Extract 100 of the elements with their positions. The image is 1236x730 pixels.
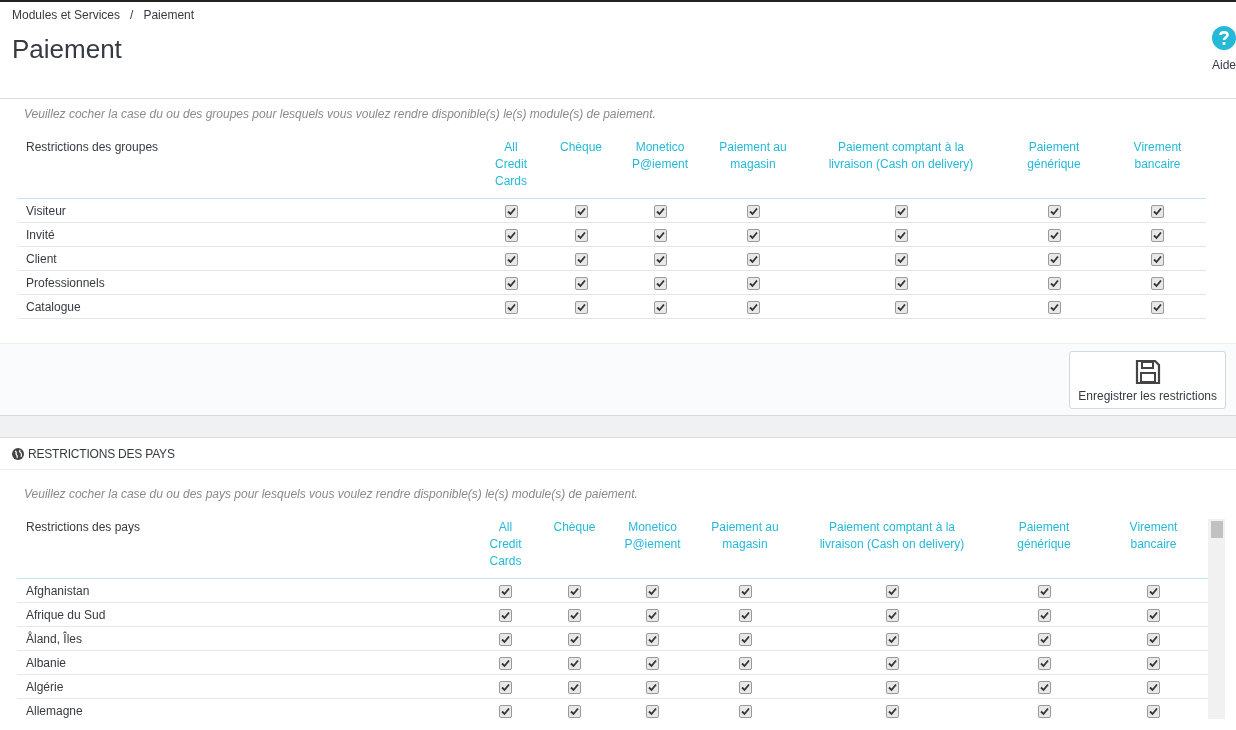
breadcrumb-item[interactable]: Paiement [143, 8, 195, 22]
checkbox[interactable] [1151, 228, 1164, 242]
checkbox[interactable] [1151, 252, 1164, 266]
column-header[interactable]: Paiement générique [999, 139, 1109, 199]
checkbox[interactable] [568, 680, 581, 694]
column-header[interactable]: Paiement générique [989, 519, 1099, 579]
checkbox[interactable] [499, 584, 512, 598]
instruction-text: Veuillez cocher la case du ou des pays pour lesquels vous voulez rendre disponible(s) le(s) module(s) de paiement. [23, 486, 639, 501]
checkbox[interactable] [738, 584, 752, 598]
checkbox[interactable] [574, 204, 588, 218]
column-header[interactable]: All Credit Cards [477, 139, 545, 199]
checkbox[interactable] [1047, 228, 1061, 242]
column-header[interactable]: Paiement au magasin [703, 139, 803, 199]
scrollbar[interactable] [1208, 519, 1225, 719]
checkbox[interactable] [568, 632, 581, 646]
checkbox[interactable] [646, 680, 659, 694]
breadcrumb-item[interactable]: Modules et Services [12, 8, 121, 22]
checkbox[interactable] [499, 704, 512, 718]
checkbox[interactable] [1151, 276, 1164, 290]
checkbox[interactable] [499, 632, 512, 646]
checkbox[interactable] [646, 608, 659, 622]
checkbox[interactable] [1047, 252, 1061, 266]
help-link[interactable]: Aide [1196, 26, 1236, 98]
checkbox[interactable] [1147, 632, 1160, 646]
row-label: Professionnels [17, 270, 477, 295]
checkbox[interactable] [885, 608, 899, 622]
checkbox[interactable] [1147, 704, 1160, 718]
checkbox[interactable] [738, 656, 752, 670]
checkbox[interactable] [894, 276, 908, 290]
checkbox[interactable] [1047, 204, 1061, 218]
checkbox[interactable] [653, 276, 667, 290]
checkbox[interactable] [885, 632, 899, 646]
checkbox[interactable] [499, 656, 512, 670]
checkbox[interactable] [568, 608, 581, 622]
instruction-text: Veuillez cocher la case du ou des groupes pour lesquels vous voulez rendre disponible(s) le(s) module(s) de paiement. [23, 106, 657, 121]
checkbox[interactable] [894, 228, 908, 242]
checkbox[interactable] [504, 228, 518, 242]
checkbox[interactable] [746, 252, 760, 266]
checkbox[interactable] [574, 252, 588, 266]
checkbox[interactable] [504, 276, 518, 290]
checkbox[interactable] [1151, 204, 1164, 218]
checkbox[interactable] [894, 300, 908, 314]
checkbox[interactable] [746, 300, 760, 314]
checkbox[interactable] [885, 656, 899, 670]
save-button[interactable]: Enregistrer les restrictions [1069, 350, 1226, 409]
checkbox[interactable] [504, 204, 518, 218]
checkbox[interactable] [885, 704, 899, 718]
checkbox[interactable] [1147, 656, 1160, 670]
checkbox[interactable] [738, 608, 752, 622]
row-label: Allemagne [17, 698, 472, 719]
checkbox[interactable] [568, 656, 581, 670]
checkbox[interactable] [894, 204, 908, 218]
row-label: Catalogue [17, 294, 477, 319]
checkbox[interactable] [1147, 680, 1160, 694]
checkbox[interactable] [504, 252, 518, 266]
checkbox[interactable] [746, 276, 760, 290]
checkbox[interactable] [1037, 656, 1051, 670]
checkbox[interactable] [1037, 680, 1051, 694]
column-header[interactable]: Virement bancaire [1109, 139, 1206, 199]
checkbox[interactable] [1037, 704, 1051, 718]
checkbox[interactable] [746, 228, 760, 242]
checkbox[interactable] [568, 704, 581, 718]
column-header[interactable]: Monetico P@iement [617, 139, 703, 199]
checkbox[interactable] [738, 704, 752, 718]
checkbox[interactable] [1151, 300, 1164, 314]
checkbox[interactable] [894, 252, 908, 266]
checkbox[interactable] [1147, 584, 1160, 598]
column-header[interactable]: Paiement comptant à la livraison (Cash on delivery) [803, 139, 999, 199]
checkbox[interactable] [1047, 300, 1061, 314]
checkbox[interactable] [653, 300, 667, 314]
checkbox[interactable] [574, 276, 588, 290]
column-header[interactable]: Paiement au magasin [695, 519, 795, 579]
checkbox[interactable] [1037, 632, 1051, 646]
checkbox[interactable] [885, 680, 899, 694]
column-header[interactable]: Monetico P@iement [610, 519, 695, 579]
checkbox[interactable] [1047, 276, 1061, 290]
checkbox[interactable] [653, 252, 667, 266]
checkbox[interactable] [1147, 608, 1160, 622]
checkbox[interactable] [574, 228, 588, 242]
checkbox[interactable] [646, 656, 659, 670]
checkbox[interactable] [646, 632, 659, 646]
checkbox[interactable] [646, 704, 659, 718]
checkbox[interactable] [646, 584, 659, 598]
checkbox[interactable] [653, 228, 667, 242]
column-header[interactable]: Chèque [539, 519, 610, 579]
checkbox[interactable] [746, 204, 760, 218]
checkbox[interactable] [504, 300, 518, 314]
checkbox[interactable] [885, 584, 899, 598]
column-header[interactable]: All Credit Cards [472, 519, 539, 579]
checkbox[interactable] [738, 680, 752, 694]
column-header[interactable]: Paiement comptant à la livraison (Cash on delivery) [795, 519, 989, 579]
checkbox[interactable] [499, 608, 512, 622]
checkbox[interactable] [1037, 608, 1051, 622]
checkbox[interactable] [738, 632, 752, 646]
checkbox[interactable] [653, 204, 667, 218]
checkbox[interactable] [574, 300, 588, 314]
checkbox[interactable] [568, 584, 581, 598]
checkbox[interactable] [499, 680, 512, 694]
checkbox[interactable] [1037, 584, 1051, 598]
column-header[interactable]: Chèque [545, 139, 617, 199]
